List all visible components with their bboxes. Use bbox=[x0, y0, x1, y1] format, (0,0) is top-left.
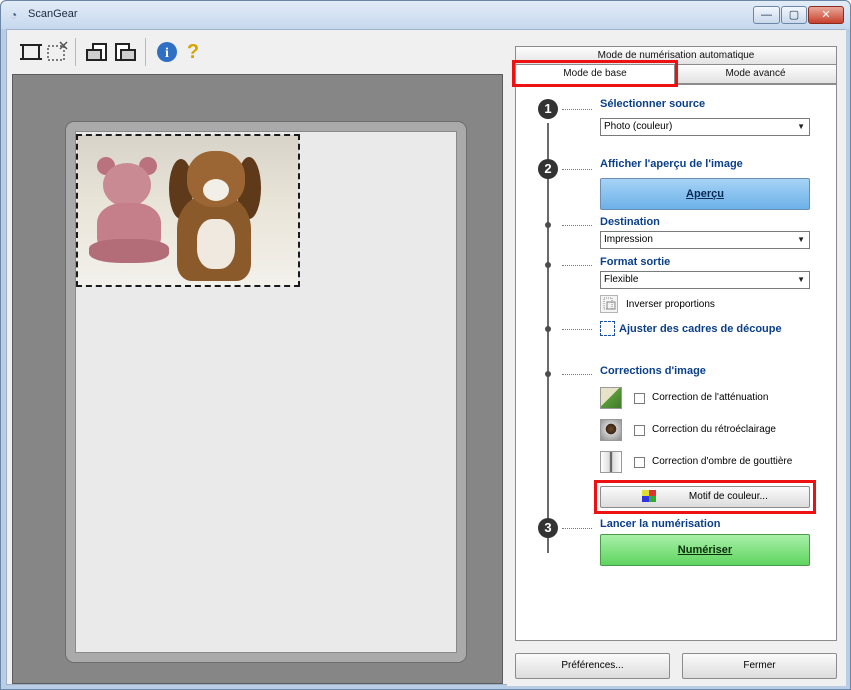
step-3-badge: 3 bbox=[538, 518, 558, 538]
step-dot bbox=[545, 326, 551, 332]
title-bar[interactable]: ◔ ScanGear — ▢ ✕ bbox=[1, 1, 850, 29]
window-title: ScanGear bbox=[28, 8, 78, 20]
svg-text:i: i bbox=[165, 46, 169, 61]
basic-mode-panel: 1 Sélectionner source Photo (couleur) ▼ … bbox=[515, 84, 837, 641]
chevron-down-icon: ▼ bbox=[797, 235, 805, 244]
step-dot bbox=[545, 262, 551, 268]
destination-select[interactable]: Impression ▼ bbox=[600, 231, 810, 249]
scangear-window: ◔ ScanGear — ▢ ✕ i ? Mode de numérisatio… bbox=[0, 0, 851, 690]
scan-button[interactable]: Numériser bbox=[600, 534, 810, 566]
color-pattern-icon bbox=[642, 490, 657, 503]
help-icon[interactable]: ? bbox=[181, 41, 205, 63]
step-leader bbox=[562, 169, 592, 170]
chevron-down-icon: ▼ bbox=[797, 122, 805, 131]
output-size-select-value: Flexible bbox=[604, 274, 639, 285]
maximize-button[interactable]: ▢ bbox=[781, 6, 807, 24]
crop-frame-icon bbox=[600, 321, 615, 336]
output-size-select[interactable]: Flexible ▼ bbox=[600, 271, 810, 289]
fading-correction-label: Correction de l'atténuation bbox=[652, 392, 769, 403]
crop-frame[interactable] bbox=[76, 134, 300, 287]
minimize-button[interactable]: — bbox=[753, 6, 780, 24]
preview-button[interactable]: Aperçu bbox=[600, 178, 810, 210]
fading-correction-checkbox[interactable] bbox=[634, 393, 645, 404]
step-leader bbox=[562, 374, 592, 375]
platen-preview[interactable] bbox=[75, 131, 457, 653]
rotate-left-icon[interactable] bbox=[85, 41, 109, 63]
preview-area[interactable] bbox=[12, 74, 503, 684]
step-1-badge: 1 bbox=[538, 99, 558, 119]
step-leader bbox=[562, 265, 592, 266]
tab-advanced-mode[interactable]: Mode avancé bbox=[674, 64, 837, 84]
step-leader bbox=[562, 225, 592, 226]
close-button[interactable]: Fermer bbox=[682, 653, 837, 679]
step-leader bbox=[562, 109, 592, 110]
gutter-shadow-correction-icon bbox=[600, 451, 622, 473]
toolbar-separator bbox=[145, 38, 146, 66]
preferences-button[interactable]: Préférences... bbox=[515, 653, 670, 679]
swap-aspect-ratio-icon[interactable] bbox=[600, 295, 618, 313]
settings-panel: Mode de numérisation automatique Mode de… bbox=[507, 30, 846, 686]
source-select-value: Photo (couleur) bbox=[604, 121, 673, 132]
destination-heading: Destination bbox=[600, 216, 660, 228]
fading-correction-icon bbox=[600, 387, 622, 409]
rotate-right-icon[interactable] bbox=[113, 41, 137, 63]
close-window-button[interactable]: ✕ bbox=[808, 6, 844, 24]
select-source-heading: Sélectionner source bbox=[600, 98, 706, 110]
adjust-crop-heading[interactable]: Ajuster des cadres de découpe bbox=[619, 323, 782, 335]
step-connector-line bbox=[547, 123, 549, 553]
display-preview-heading: Afficher l'aperçu de l'image bbox=[600, 158, 743, 170]
basic-mode-highlight bbox=[512, 60, 678, 87]
step-dot bbox=[545, 222, 551, 228]
info-icon[interactable]: i bbox=[155, 41, 179, 63]
step-leader bbox=[562, 528, 592, 529]
start-scan-heading: Lancer la numérisation bbox=[600, 518, 721, 530]
output-size-heading: Format sortie bbox=[600, 256, 671, 268]
gutter-shadow-correction-checkbox[interactable] bbox=[634, 457, 645, 468]
swap-aspect-ratio-label: Inverser proportions bbox=[626, 299, 715, 310]
color-pattern-button[interactable]: Motif de couleur... bbox=[600, 486, 810, 508]
image-corrections-heading: Corrections d'image bbox=[600, 365, 706, 377]
destination-select-value: Impression bbox=[604, 234, 653, 245]
toolbar-separator bbox=[75, 38, 76, 66]
source-select[interactable]: Photo (couleur) ▼ bbox=[600, 118, 810, 136]
backlight-correction-label: Correction du rétroéclairage bbox=[652, 424, 776, 435]
step-2-badge: 2 bbox=[538, 159, 558, 179]
step-dot bbox=[545, 371, 551, 377]
client-area: i ? Mode de numérisation automatique Mod… bbox=[6, 29, 846, 686]
auto-crop-icon[interactable] bbox=[19, 41, 43, 63]
toolbar: i ? bbox=[7, 30, 505, 72]
backlight-correction-icon bbox=[600, 419, 622, 441]
remove-crop-icon[interactable] bbox=[45, 41, 69, 63]
scangear-app-icon: ◔ bbox=[10, 8, 18, 22]
step-leader bbox=[562, 329, 592, 330]
gutter-shadow-correction-label: Correction d'ombre de gouttière bbox=[652, 456, 793, 467]
chevron-down-icon: ▼ bbox=[797, 275, 805, 284]
platen-frame bbox=[65, 121, 467, 663]
backlight-correction-checkbox[interactable] bbox=[634, 425, 645, 436]
color-pattern-label: Motif de couleur... bbox=[688, 491, 768, 502]
